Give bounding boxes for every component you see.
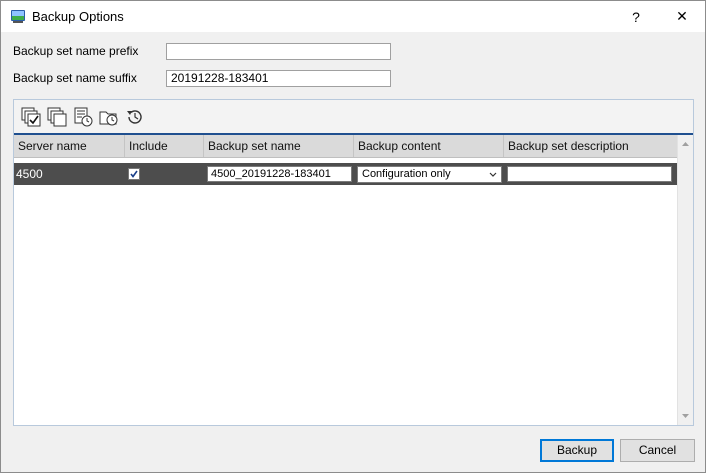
include-checkbox[interactable] bbox=[128, 168, 140, 180]
backup-button[interactable]: Backup bbox=[540, 439, 614, 462]
deselect-all-button[interactable] bbox=[46, 106, 68, 128]
toolbar bbox=[14, 100, 693, 135]
title-bar: Backup Options ? ✕ bbox=[1, 1, 705, 32]
restore-icon bbox=[99, 111, 118, 126]
column-backup-content[interactable]: Backup content bbox=[354, 135, 504, 157]
schedule-backup-button[interactable] bbox=[72, 106, 94, 128]
vertical-scrollbar[interactable] bbox=[677, 135, 693, 425]
refresh-icon bbox=[127, 110, 142, 124]
select-all-button[interactable] bbox=[20, 106, 42, 128]
app-icon bbox=[10, 8, 26, 24]
chevron-down-icon bbox=[489, 172, 497, 177]
table-row[interactable]: 4500 4500_20191228-183401 Configuration … bbox=[14, 163, 677, 185]
restore-button[interactable] bbox=[98, 106, 120, 128]
table-header: Server name Include Backup set name Back… bbox=[14, 135, 677, 158]
backup-content-select[interactable]: Configuration only bbox=[357, 166, 502, 183]
backup-content-value: Configuration only bbox=[362, 168, 451, 180]
prefix-label: Backup set name prefix bbox=[13, 44, 139, 58]
suffix-label: Backup set name suffix bbox=[13, 71, 137, 85]
prefix-field[interactable] bbox=[166, 43, 391, 60]
scroll-up-icon[interactable] bbox=[681, 140, 690, 149]
suffix-input[interactable]: 20191228-183401 bbox=[171, 71, 268, 85]
refresh-button[interactable] bbox=[124, 106, 146, 128]
close-button[interactable]: ✕ bbox=[659, 1, 705, 32]
help-button[interactable]: ? bbox=[613, 1, 659, 32]
suffix-field[interactable]: 20191228-183401 bbox=[166, 70, 391, 87]
server-name-cell: 4500 bbox=[16, 167, 43, 181]
prefix-input[interactable] bbox=[171, 45, 386, 58]
server-table: Server name Include Backup set name Back… bbox=[14, 135, 677, 425]
close-icon: ✕ bbox=[676, 8, 688, 24]
column-include[interactable]: Include bbox=[125, 135, 204, 157]
backup-set-description-input[interactable] bbox=[507, 166, 672, 182]
checkmark-icon bbox=[130, 170, 138, 178]
backup-options-dialog: Backup Options ? ✕ Backup set name prefi… bbox=[0, 0, 706, 473]
column-backup-set-name[interactable]: Backup set name bbox=[204, 135, 354, 157]
deselect-all-icon bbox=[47, 107, 67, 127]
select-all-icon bbox=[21, 107, 41, 127]
window-title: Backup Options bbox=[32, 9, 124, 24]
cancel-button[interactable]: Cancel bbox=[620, 439, 695, 462]
schedule-backup-icon bbox=[74, 107, 93, 127]
server-panel: Server name Include Backup set name Back… bbox=[13, 99, 694, 426]
scroll-down-icon[interactable] bbox=[681, 411, 690, 420]
backup-set-name-input[interactable]: 4500_20191228-183401 bbox=[207, 166, 352, 182]
column-server-name[interactable]: Server name bbox=[14, 135, 125, 157]
column-backup-set-description[interactable]: Backup set description bbox=[504, 135, 677, 157]
